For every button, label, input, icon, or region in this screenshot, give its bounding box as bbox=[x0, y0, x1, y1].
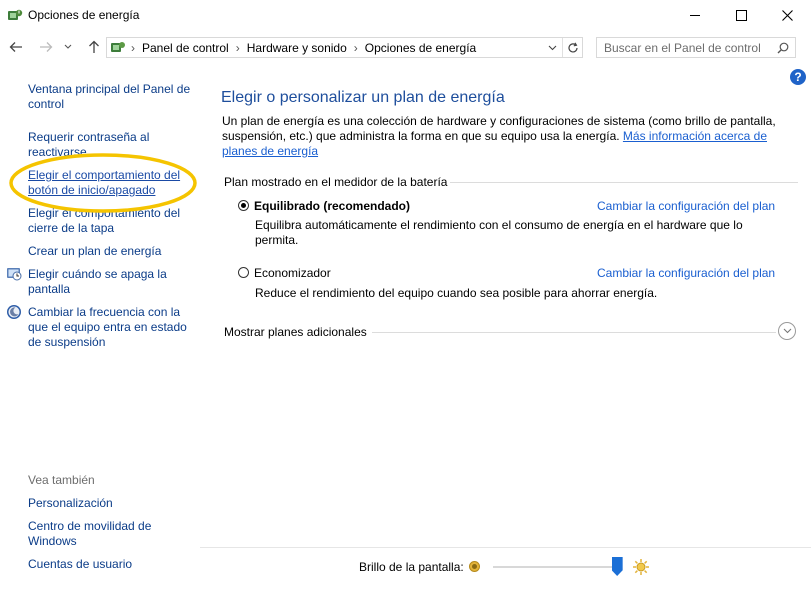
breadcrumb-separator-icon: › bbox=[235, 40, 240, 55]
expand-additional-plans-button[interactable] bbox=[778, 322, 796, 340]
minimize-button[interactable] bbox=[672, 0, 718, 30]
brightness-slider-thumb[interactable] bbox=[611, 557, 623, 576]
up-button[interactable] bbox=[84, 36, 104, 58]
back-button[interactable] bbox=[6, 36, 26, 58]
refresh-button[interactable] bbox=[564, 38, 582, 57]
refresh-icon bbox=[568, 42, 578, 52]
maximize-icon bbox=[735, 9, 747, 21]
breadcrumb-separator-icon: › bbox=[131, 40, 135, 55]
arrow-up-icon bbox=[89, 40, 99, 53]
sidebar-link-display-off[interactable]: Elegir cuándo se apaga la pantalla bbox=[28, 267, 188, 297]
breadcrumb-separator-icon: › bbox=[353, 40, 358, 55]
change-plan-settings-link-power-saver[interactable]: Cambiar la configuración del plan bbox=[597, 266, 775, 280]
plan-radio-power-saver[interactable] bbox=[238, 267, 249, 278]
recent-locations-button[interactable] bbox=[61, 36, 75, 58]
plan-description-balanced: Equilibra automáticamente el rendimiento… bbox=[255, 218, 743, 247]
brightness-slider-track[interactable] bbox=[493, 566, 621, 568]
show-additional-plans-label[interactable]: Mostrar planes adicionales bbox=[224, 325, 367, 339]
section-divider bbox=[450, 182, 798, 183]
bottom-divider bbox=[200, 547, 811, 548]
see-also-link-user-accounts[interactable]: Cuentas de usuario bbox=[28, 557, 188, 572]
plan-name-balanced[interactable]: Equilibrado (recomendado) bbox=[254, 199, 410, 213]
search-icon bbox=[777, 42, 789, 54]
arrow-left-icon bbox=[9, 42, 22, 52]
see-also-link-mobility-center[interactable]: Centro de movilidad de Windows bbox=[28, 519, 168, 549]
breadcrumb-item-power-options[interactable]: Opciones de energía bbox=[365, 41, 476, 55]
sidebar-link-create-plan[interactable]: Crear un plan de energía bbox=[28, 244, 198, 259]
sidebar-link-control-panel-home[interactable]: Ventana principal del Panel de control bbox=[28, 82, 198, 112]
page-title: Elegir o personalizar un plan de energía bbox=[221, 89, 505, 106]
address-dropdown-button[interactable] bbox=[543, 38, 561, 57]
brightness-label: Brillo de la pantalla: bbox=[359, 560, 464, 574]
close-button[interactable] bbox=[764, 0, 810, 30]
breadcrumb-item-hardware-sound[interactable]: Hardware y sonido bbox=[247, 41, 347, 55]
minimize-icon bbox=[690, 14, 700, 16]
close-icon bbox=[781, 9, 793, 21]
address-bar[interactable]: › Panel de control › Hardware y sonido ›… bbox=[106, 37, 583, 58]
chevron-down-icon bbox=[548, 45, 556, 50]
arrow-right-icon bbox=[40, 42, 53, 52]
sleep-moon-icon bbox=[7, 305, 21, 319]
window-title: Opciones de energía bbox=[28, 8, 140, 22]
help-button[interactable]: ? bbox=[790, 69, 806, 85]
battery-meter-section-label: Plan mostrado en el medidor de la baterí… bbox=[224, 175, 448, 189]
search-placeholder: Buscar en el Panel de control bbox=[604, 41, 761, 55]
change-plan-settings-link-balanced[interactable]: Cambiar la configuración del plan bbox=[597, 199, 775, 213]
breadcrumb-item-control-panel[interactable]: Panel de control bbox=[142, 41, 229, 55]
address-divider bbox=[562, 38, 563, 57]
highlight-circle bbox=[9, 153, 197, 213]
brightness-high-icon bbox=[633, 559, 649, 575]
control-panel-icon bbox=[111, 42, 125, 52]
chevron-down-icon bbox=[64, 44, 72, 49]
brightness-low-icon bbox=[469, 561, 480, 572]
sidebar-link-sleep-frequency[interactable]: Cambiar la frecuencia con la que el equi… bbox=[28, 305, 193, 350]
help-icon: ? bbox=[794, 70, 802, 84]
search-input[interactable]: Buscar en el Panel de control bbox=[596, 37, 796, 58]
plan-description-power-saver: Reduce el rendimiento del equipo cuando … bbox=[255, 286, 658, 300]
breadcrumb: › Panel de control › Hardware y sonido ›… bbox=[131, 38, 476, 57]
display-off-icon bbox=[7, 268, 22, 281]
plan-radio-balanced[interactable] bbox=[238, 200, 249, 211]
maximize-button[interactable] bbox=[718, 0, 764, 30]
see-also-link-personalization[interactable]: Personalización bbox=[28, 496, 188, 511]
page-description: Un plan de energía es una colección de h… bbox=[222, 114, 802, 159]
see-also-heading: Vea también bbox=[28, 473, 95, 487]
additional-plans-divider bbox=[372, 332, 776, 333]
forward-button[interactable] bbox=[36, 36, 56, 58]
plan-name-power-saver[interactable]: Economizador bbox=[254, 266, 331, 280]
chevron-down-icon bbox=[783, 328, 791, 334]
power-options-icon bbox=[8, 9, 23, 20]
